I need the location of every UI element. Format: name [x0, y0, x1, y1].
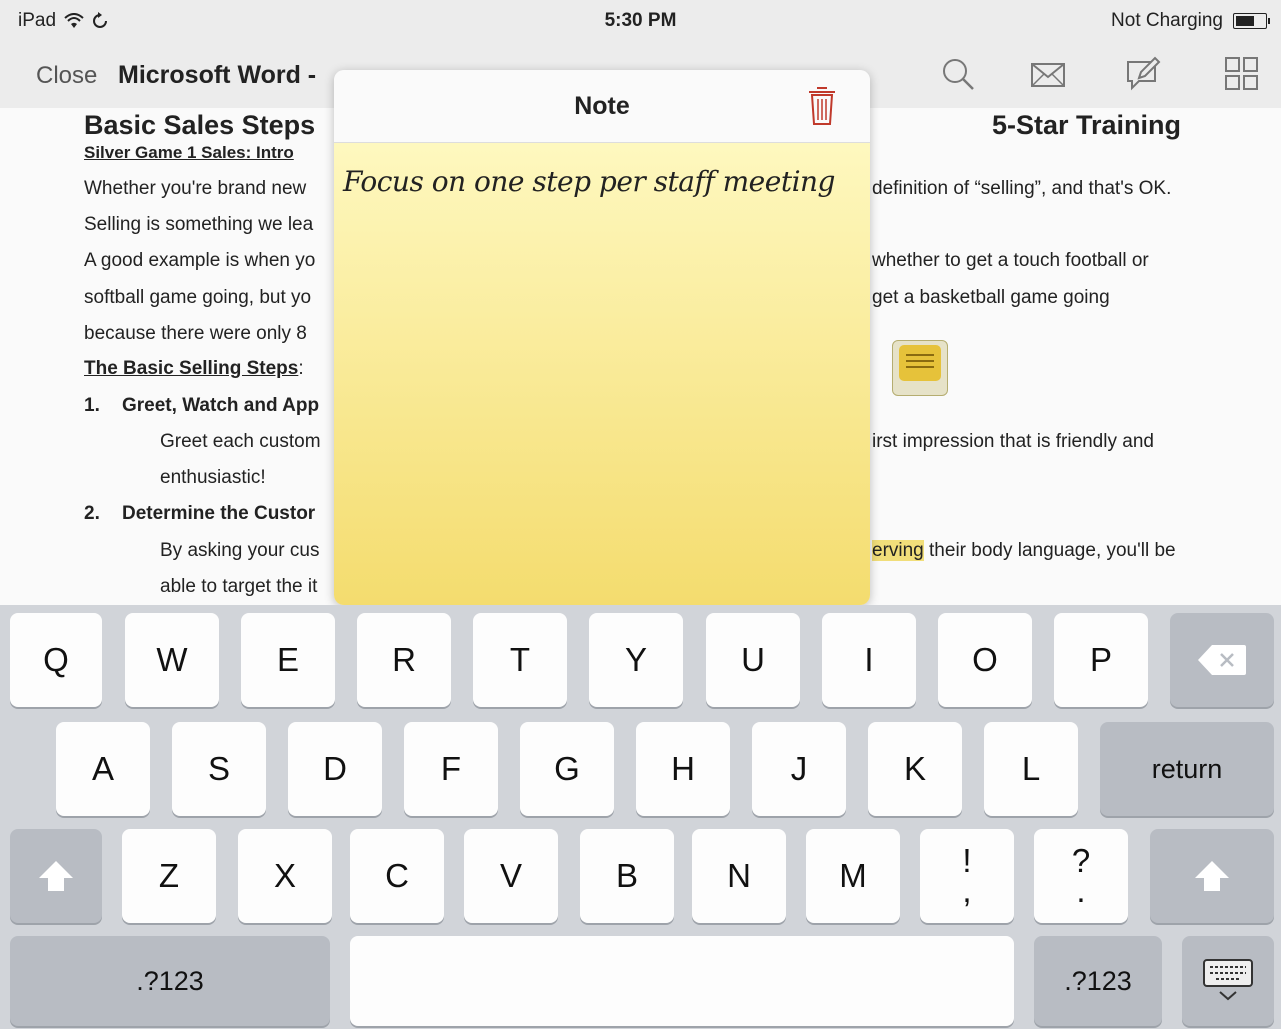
battery-text: Not Charging [1111, 10, 1223, 31]
doc-line: Selling is something we lea [84, 214, 314, 235]
key-a[interactable]: A [56, 722, 150, 816]
note-marker-icon[interactable] [892, 340, 948, 396]
hide-keyboard-icon [1203, 959, 1253, 1001]
close-button[interactable]: Close [36, 62, 97, 90]
key-u[interactable]: U [706, 613, 800, 707]
doc-line: get a basketball game going [872, 287, 1110, 308]
key-bottom-char: . [1076, 872, 1086, 909]
battery-icon [1233, 13, 1270, 29]
key-v[interactable]: V [464, 829, 558, 923]
key-question-period[interactable]: ?. [1034, 829, 1128, 923]
doc-line: definition of “selling”, and that's OK. [872, 178, 1172, 199]
doc-section-heading: The Basic Selling Steps: [84, 358, 304, 379]
key-j[interactable]: J [752, 722, 846, 816]
trash-icon[interactable] [807, 84, 837, 126]
document-title: Microsoft Word - [118, 61, 317, 89]
key-x[interactable]: X [238, 829, 332, 923]
onscreen-keyboard: Q W E R T Y U I O P A S D F G H J K L re… [0, 605, 1281, 1029]
note-header: Note [334, 70, 870, 143]
doc-line: Whether you're brand new [84, 178, 307, 199]
doc-line: A good example is when yo [84, 250, 316, 271]
note-text: Focus on one step per staff meeting [343, 165, 835, 198]
key-b[interactable]: B [580, 829, 674, 923]
key-n[interactable]: N [692, 829, 786, 923]
section-title: The Basic Selling Steps [84, 358, 299, 379]
key-h[interactable]: H [636, 722, 730, 816]
space-bar[interactable] [350, 936, 1014, 1026]
shift-key-left[interactable] [10, 829, 102, 923]
doc-title: Basic Sales Steps [84, 110, 316, 140]
numbers-key-right[interactable]: .?123 [1034, 936, 1162, 1026]
shift-icon [39, 861, 73, 891]
numbers-key-left[interactable]: .?123 [10, 936, 330, 1026]
search-icon[interactable] [940, 56, 976, 92]
key-p[interactable]: P [1054, 613, 1148, 707]
delete-key[interactable] [1170, 613, 1274, 707]
note-text-area[interactable]: Focus on one step per staff meeting [334, 143, 870, 605]
hide-keyboard-key[interactable] [1182, 936, 1274, 1026]
shift-icon [1195, 861, 1229, 891]
key-l[interactable]: L [984, 722, 1078, 816]
key-q[interactable]: Q [10, 613, 102, 707]
doc-line: irst impression that is friendly and [872, 431, 1154, 452]
key-s[interactable]: S [172, 722, 266, 816]
doc-line: whether to get a touch football or [872, 250, 1149, 271]
key-g[interactable]: G [520, 722, 614, 816]
key-k[interactable]: K [868, 722, 962, 816]
doc-line: erving their body language, you'll be [872, 540, 1176, 562]
highlighted-text: erving [872, 540, 924, 561]
doc-title-right: 5-Star Training [992, 110, 1182, 140]
key-y[interactable]: Y [589, 613, 683, 707]
step-2-num: 2. [84, 503, 100, 524]
doc-line: Greet each custom [160, 431, 321, 452]
step-2-heading: Determine the Custor [122, 503, 316, 524]
key-z[interactable]: Z [122, 829, 216, 923]
status-time: 5:30 PM [604, 10, 677, 31]
key-i[interactable]: I [822, 613, 916, 707]
return-key[interactable]: return [1100, 722, 1274, 816]
status-right: Not Charging [1111, 10, 1270, 32]
key-w[interactable]: W [125, 613, 219, 707]
doc-line-rest: their body language, you'll be [923, 540, 1176, 561]
doc-line: able to target the it [160, 576, 318, 597]
step-1-num: 1. [84, 395, 100, 416]
note-popup: Note Focus on one step per staff meeting [334, 70, 870, 605]
doc-line: By asking your cus [160, 540, 320, 561]
note-title: Note [574, 92, 630, 120]
grid-view-icon[interactable] [1224, 56, 1260, 92]
shift-key-right[interactable] [1150, 829, 1274, 923]
key-t[interactable]: T [473, 613, 567, 707]
doc-line: softball game going, but yo [84, 287, 312, 308]
key-bottom-char: , [962, 872, 972, 909]
doc-subtitle: Silver Game 1 Sales: Intro [84, 143, 294, 162]
doc-line: because there were only 8 [84, 323, 307, 344]
step-1-heading: Greet, Watch and App [122, 395, 320, 416]
backspace-icon [1198, 645, 1246, 675]
mail-icon[interactable] [1030, 56, 1066, 92]
key-m[interactable]: M [806, 829, 900, 923]
doc-line: enthusiastic! [160, 467, 266, 488]
key-e[interactable]: E [241, 613, 335, 707]
key-c[interactable]: C [350, 829, 444, 923]
key-f[interactable]: F [404, 722, 498, 816]
key-o[interactable]: O [938, 613, 1032, 707]
key-exclamation-comma[interactable]: !, [920, 829, 1014, 923]
status-bar: iPad 5:30 PM Not Charging [0, 0, 1281, 42]
key-d[interactable]: D [288, 722, 382, 816]
key-r[interactable]: R [357, 613, 451, 707]
annotate-icon[interactable] [1125, 56, 1161, 92]
